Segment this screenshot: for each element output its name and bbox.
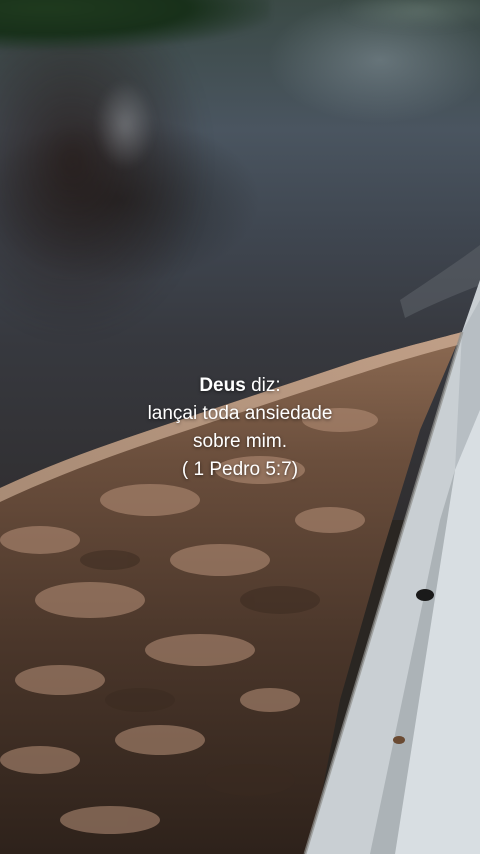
verse-reference: ( 1 Pedro 5:7): [181, 459, 299, 480]
bible-verse-overlay: Deus diz: lançai toda ansiedade sobre mi…: [0, 372, 480, 484]
quote-line-1: Deus diz:: [0, 372, 480, 400]
bolt-hole: [416, 589, 434, 601]
quote-verb: diz:: [245, 375, 281, 396]
quote-speaker: Deus: [199, 375, 246, 396]
quote-line-3: sobre mim.: [193, 431, 287, 452]
rust-spot: [393, 736, 405, 744]
quote-line-2: lançai toda ansiedade: [147, 403, 333, 424]
